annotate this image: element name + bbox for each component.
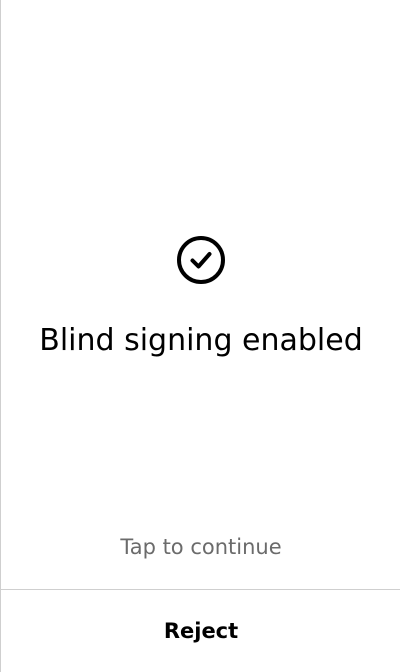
status-title: Blind signing enabled xyxy=(39,323,363,358)
check-circle-icon xyxy=(177,236,225,284)
tap-to-continue-area[interactable] xyxy=(1,0,400,589)
tap-to-continue-hint: Tap to continue xyxy=(120,535,282,559)
reject-button[interactable]: Reject xyxy=(1,590,400,672)
device-screen: Blind signing enabled Tap to continue Re… xyxy=(0,0,400,672)
